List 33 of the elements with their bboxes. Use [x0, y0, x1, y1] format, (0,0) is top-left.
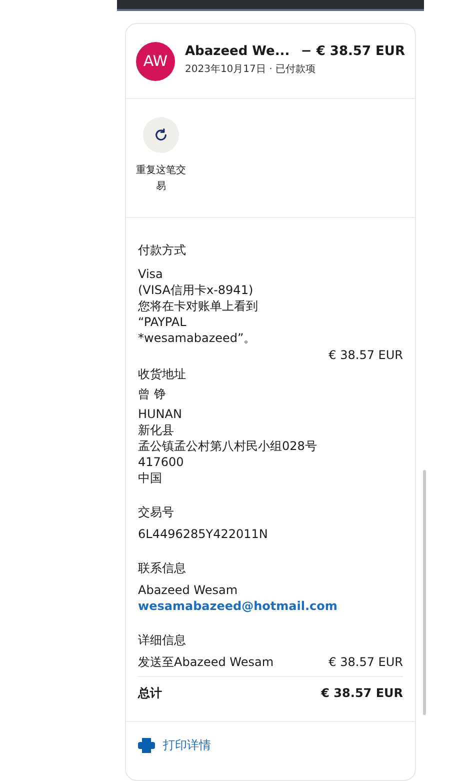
total-amount: € 38.57 EUR	[321, 685, 403, 701]
section-heading: 收货地址	[138, 366, 187, 382]
detail-label: 发送至Abazeed Wesam	[138, 654, 274, 670]
email-link[interactable]: wesamabazeed@hotmail.com	[138, 598, 403, 614]
printer-icon	[138, 738, 155, 752]
section-heading: 详细信息	[138, 632, 187, 648]
payment-detail: *wesamabazeed”。	[138, 330, 257, 346]
transaction-amount: − € 38.57 EUR	[300, 43, 405, 61]
detail-amount: € 38.57 EUR	[328, 654, 403, 670]
contact-name: Abazeed Wesam	[138, 582, 239, 598]
refresh-icon	[154, 128, 168, 142]
address-line: 新化县	[138, 422, 175, 438]
section-heading: 交易号	[138, 504, 175, 520]
section-heading: 付款方式	[138, 242, 187, 258]
payment-amount: € 38.57 EUR	[328, 347, 403, 363]
print-details-link[interactable]: 打印详情	[138, 736, 211, 754]
merchant-name: Abazeed We...	[185, 43, 290, 61]
transaction-date-status: 2023年10月17日 · 已付款项	[185, 62, 316, 76]
transaction-id: 6L4496285Y422011N	[138, 526, 269, 542]
avatar: AW	[136, 42, 175, 81]
payment-detail: “PAYPAL	[138, 314, 188, 330]
payment-detail: 您将在卡对账单上看到	[138, 298, 259, 314]
address-line: 孟公镇孟公村第八村民小组028号	[138, 438, 318, 454]
section-heading: 联系信息	[138, 560, 187, 576]
scrollbar[interactable]	[423, 470, 426, 715]
address-line: HUNAN	[138, 406, 183, 422]
address-line: 417600	[138, 454, 185, 470]
payment-detail: Visa	[138, 266, 164, 282]
address-line: 中国	[138, 470, 163, 486]
recipient-name: 曾 铮	[138, 386, 167, 402]
repeat-transaction-button[interactable]: 重复这笔交易	[136, 117, 186, 195]
total-label: 总计	[138, 685, 162, 701]
payment-detail: (VISA信用卡x-8941)	[138, 282, 254, 298]
